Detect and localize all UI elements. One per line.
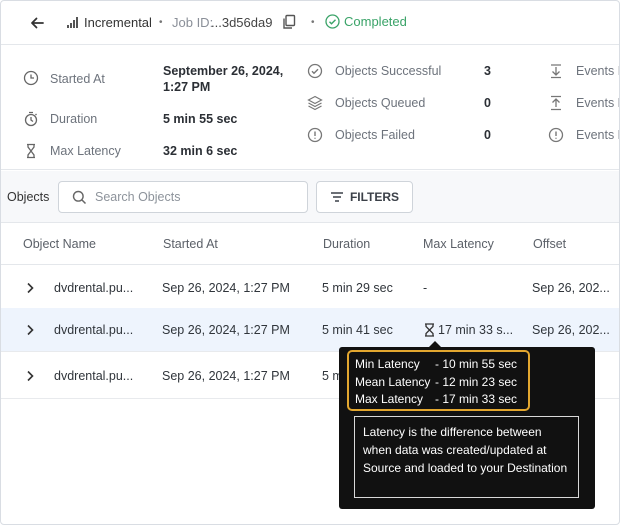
max-latency-line: Max Latency - 17 min 33 sec — [355, 392, 518, 406]
objects-successful-value: 3 — [484, 64, 491, 78]
chevron-right-icon[interactable] — [23, 281, 37, 295]
started-at-value: September 26, 2024, — [163, 64, 284, 78]
job-type: Incremental — [84, 15, 152, 30]
max-latency: - — [423, 281, 428, 295]
filter-icon — [330, 192, 343, 202]
started-at-time: 1:27 PM — [163, 80, 211, 94]
duration-value: 5 min 55 sec — [163, 112, 238, 126]
chevron-right-icon[interactable] — [23, 323, 37, 337]
latency-description: Latency is the difference between when d… — [354, 416, 579, 498]
object-name: dvdrental.pu... — [54, 369, 134, 383]
objects-failed-value: 0 — [484, 128, 491, 142]
latency-tooltip: Min Latency - 10 min 55 sec Mean Latency -… — [339, 341, 595, 509]
objects-successful-label: Objects Successful — [335, 64, 442, 78]
search-input[interactable] — [95, 189, 295, 205]
min-latency-line: Min Latency - 10 min 55 sec — [355, 357, 518, 371]
objects-queued-label: Objects Queued — [335, 96, 426, 110]
objects-queued-value: 0 — [484, 96, 491, 110]
started-at: Sep 26, 2024, 1:27 PM — [162, 323, 290, 337]
search-icon — [72, 190, 87, 205]
status-text: Completed — [344, 14, 407, 29]
objects-toolbar: Objects FILTERS — [1, 171, 619, 223]
offset: Sep 26, 202... — [532, 281, 610, 295]
started-at: Sep 26, 2024, 1:27 PM — [162, 369, 290, 383]
clock-icon — [23, 70, 39, 86]
events-ingested-label: Events I — [576, 64, 620, 78]
table-row[interactable]: dvdrental.pu... Sep 26, 2024, 1:27 PM 5 … — [1, 308, 619, 352]
object-name: dvdrental.pu... — [54, 281, 134, 295]
separator-dot: • — [311, 17, 315, 28]
max-latency-value: 32 min 6 sec — [163, 144, 238, 158]
back-button[interactable] — [27, 13, 47, 33]
filters-label: FILTERS — [349, 190, 400, 204]
separator-dot: • — [159, 17, 163, 28]
job-id-label: Job ID: — [172, 15, 214, 30]
layers-icon — [307, 95, 323, 111]
filters-button[interactable]: FILTERS — [316, 181, 413, 213]
started-at-label: Started At — [50, 72, 105, 86]
alert-circle-icon — [548, 127, 564, 143]
copy-icon — [283, 14, 296, 29]
duration-label: Duration — [50, 112, 98, 126]
objects-label: Objects — [7, 190, 50, 204]
job-id-value: ...3d56da9 — [211, 15, 273, 30]
objects-failed-label: Objects Failed — [335, 128, 415, 142]
job-summary: Started At September 26, 2024, 1:27 PM D… — [1, 46, 620, 170]
latency-stats-box: Min Latency - 10 min 55 sec Mean Latency -… — [347, 350, 530, 411]
job-details-panel: Incremental • Job ID: ...3d56da9 • Compl… — [0, 0, 620, 525]
max-latency[interactable]: 17 min 33 s... — [438, 323, 513, 337]
chevron-right-icon[interactable] — [23, 369, 37, 383]
hourglass-icon[interactable] — [424, 323, 435, 337]
col-object-name[interactable]: Object Name — [23, 237, 96, 251]
signal-bars-icon — [67, 17, 79, 28]
offset: Sep 26, 202... — [532, 323, 610, 337]
col-duration[interactable]: Duration — [323, 237, 370, 251]
col-started-at[interactable]: Started At — [163, 237, 218, 251]
duration: 5 min 29 sec — [322, 281, 393, 295]
alert-circle-icon — [307, 127, 323, 143]
upload-icon — [551, 95, 561, 111]
stopwatch-icon — [24, 111, 38, 127]
started-at: Sep 26, 2024, 1:27 PM — [162, 281, 290, 295]
status-badge: Completed — [325, 14, 407, 29]
table-row[interactable]: dvdrental.pu... Sep 26, 2024, 1:27 PM 5 … — [1, 266, 619, 310]
object-name: dvdrental.pu... — [54, 323, 134, 337]
download-icon — [551, 64, 561, 79]
col-offset[interactable]: Offset — [533, 237, 566, 251]
search-box — [58, 181, 308, 213]
job-header: Incremental • Job ID: ...3d56da9 • Compl… — [1, 1, 619, 45]
table-header: Object Name Started At Duration Max Late… — [1, 223, 619, 265]
events-failed-label: Events F — [576, 128, 619, 142]
events-loaded-label: Events L — [576, 96, 620, 110]
mean-latency-line: Mean Latency - 12 min 23 sec — [355, 374, 518, 389]
copy-job-id-button[interactable] — [281, 14, 297, 30]
hourglass-icon — [27, 143, 35, 159]
col-max-latency[interactable]: Max Latency — [423, 237, 494, 251]
max-latency-label: Max Latency — [50, 144, 121, 158]
arrow-left-icon — [31, 17, 44, 29]
check-circle-icon — [307, 63, 323, 79]
check-circle-icon — [325, 14, 340, 29]
duration: 5 min 41 sec — [322, 323, 393, 337]
